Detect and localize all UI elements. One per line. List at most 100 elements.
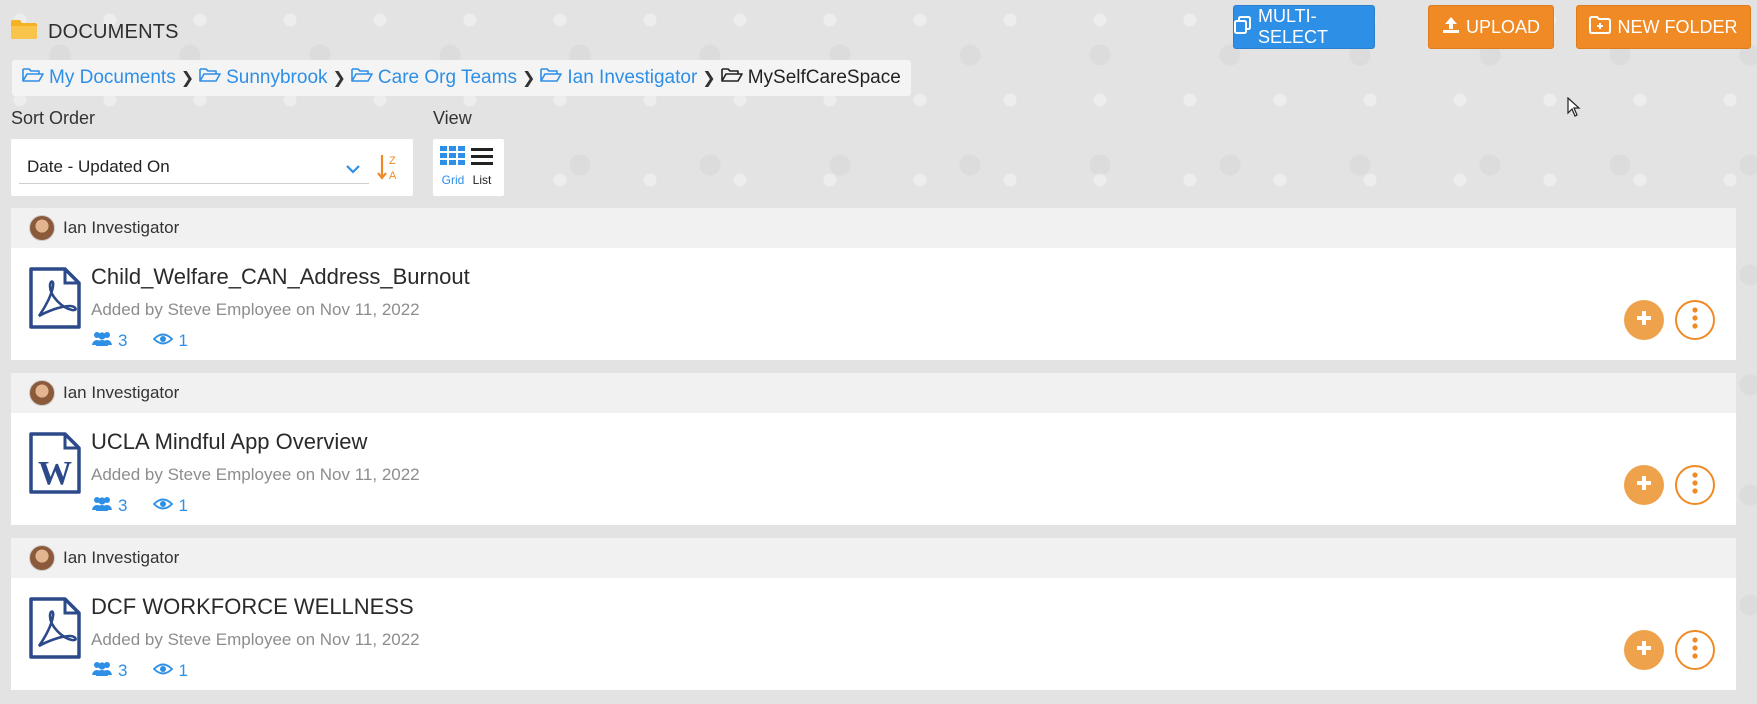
list-view-button[interactable]: List — [468, 146, 496, 187]
upload-icon — [1442, 16, 1460, 39]
document-stats: 3 1 — [91, 660, 188, 681]
view-count-value: 1 — [178, 495, 188, 515]
share-count[interactable]: 3 — [91, 495, 127, 516]
copy-icon — [1234, 15, 1252, 39]
folder-icon — [10, 18, 38, 46]
document-body[interactable]: DCF WORKFORCE WELLNESS Added by Steve Em… — [11, 578, 1736, 690]
breadcrumb-item-current: MySelfCareSpace — [720, 67, 901, 89]
document-owner-row: Ian Investigator — [11, 208, 1736, 248]
folder-open-icon — [351, 67, 373, 89]
grid-view-button[interactable]: Grid — [440, 146, 466, 187]
chevron-right-icon: ❯ — [702, 70, 716, 87]
upload-button[interactable]: UPLOAD — [1428, 5, 1554, 49]
plus-icon — [1634, 308, 1654, 333]
breadcrumb-item-sunnybrook[interactable]: Sunnybrook — [199, 67, 328, 89]
eye-icon — [153, 331, 174, 351]
document-name[interactable]: UCLA Mindful App Overview — [91, 429, 367, 455]
document-card: Ian Investigator DCF WORKFORCE WELLNESS … — [11, 538, 1736, 690]
word-file-icon: W — [28, 431, 82, 500]
multi-select-label: MULTI-SELECT — [1258, 6, 1329, 47]
breadcrumb-label: MySelfCareSpace — [747, 67, 901, 88]
mouse-cursor-icon — [1567, 96, 1581, 122]
users-icon — [91, 330, 113, 351]
share-count-value: 3 — [118, 660, 128, 680]
sort-order-label: Sort Order — [11, 108, 96, 128]
view-count-value: 1 — [178, 660, 188, 680]
pdf-file-icon — [28, 596, 82, 665]
grid-view-icon — [440, 146, 466, 170]
document-name[interactable]: DCF WORKFORCE WELLNESS — [91, 594, 414, 620]
grid-view-label: Grid — [441, 173, 465, 187]
users-icon — [91, 495, 113, 516]
view-count-value: 1 — [178, 330, 188, 350]
add-button[interactable] — [1624, 300, 1664, 340]
svg-text:Z: Z — [389, 155, 396, 167]
document-stats: 3 1 — [91, 330, 188, 351]
folder-open-icon — [22, 67, 44, 89]
chevron-right-icon: ❯ — [180, 70, 195, 87]
view-label: View — [433, 108, 472, 128]
chevron-down-icon — [345, 160, 361, 180]
view-count[interactable]: 1 — [153, 495, 188, 516]
more-options-button[interactable] — [1675, 300, 1715, 340]
view-count[interactable]: 1 — [153, 660, 188, 681]
sort-az-icon[interactable]: ZA — [376, 152, 402, 187]
view-toggle: Grid List — [433, 139, 504, 196]
more-vertical-icon — [1691, 636, 1699, 664]
document-body[interactable]: Child_Welfare_CAN_Address_Burnout Added … — [11, 248, 1736, 360]
document-owner: Ian Investigator — [63, 218, 180, 237]
document-owner: Ian Investigator — [63, 548, 180, 567]
breadcrumb-item-my-documents[interactable]: My Documents — [22, 67, 176, 89]
document-name[interactable]: Child_Welfare_CAN_Address_Burnout — [91, 264, 470, 290]
more-options-button[interactable] — [1675, 465, 1715, 505]
document-card: Ian Investigator W UCLA Mindful App Over… — [11, 373, 1736, 525]
list-view-label: List — [472, 173, 492, 187]
eye-icon — [153, 661, 174, 681]
document-owner: Ian Investigator — [63, 383, 180, 402]
share-count-value: 3 — [118, 495, 128, 515]
document-owner-row: Ian Investigator — [11, 538, 1736, 578]
upload-label: UPLOAD — [1465, 16, 1541, 37]
share-count[interactable]: 3 — [91, 330, 127, 351]
eye-icon — [153, 496, 174, 516]
add-button[interactable] — [1624, 630, 1664, 670]
svg-text:A: A — [389, 170, 397, 182]
breadcrumb: My Documents ❯ Sunnybrook ❯ Care Org Tea… — [12, 60, 911, 96]
plus-icon — [1634, 473, 1654, 498]
more-vertical-icon — [1691, 306, 1699, 334]
breadcrumb-label: Sunnybrook — [226, 67, 328, 88]
plus-icon — [1634, 638, 1654, 663]
breadcrumb-label: Ian Investigator — [567, 67, 698, 88]
avatar — [29, 215, 55, 241]
pdf-file-icon — [28, 266, 82, 335]
document-owner-row: Ian Investigator — [11, 373, 1736, 413]
more-options-button[interactable] — [1675, 630, 1715, 670]
folder-plus-icon — [1589, 15, 1612, 39]
document-stats: 3 1 — [91, 495, 188, 516]
breadcrumb-item-ian-investigator[interactable]: Ian Investigator — [540, 67, 697, 89]
avatar — [29, 545, 55, 571]
document-meta: Added by Steve Employee on Nov 11, 2022 — [91, 630, 420, 649]
users-icon — [91, 660, 113, 681]
new-folder-button[interactable]: NEW FOLDER — [1576, 5, 1751, 49]
view-count[interactable]: 1 — [153, 330, 188, 351]
breadcrumb-label: My Documents — [49, 67, 176, 88]
more-vertical-icon — [1691, 471, 1699, 499]
breadcrumb-item-care-org-teams[interactable]: Care Org Teams — [351, 67, 517, 89]
add-button[interactable] — [1624, 465, 1664, 505]
share-count[interactable]: 3 — [91, 660, 127, 681]
new-folder-label: NEW FOLDER — [1617, 16, 1738, 37]
sort-order-value: Date - Updated On — [27, 156, 170, 176]
document-meta: Added by Steve Employee on Nov 11, 2022 — [91, 300, 420, 319]
folder-open-icon — [540, 67, 563, 89]
page-title-text: DOCUMENTS — [48, 20, 179, 43]
multi-select-button[interactable]: MULTI-SELECT — [1233, 5, 1375, 49]
document-body[interactable]: W UCLA Mindful App Overview Added by Ste… — [11, 413, 1736, 525]
document-card: Ian Investigator Child_Welfare_CAN_Addre… — [11, 208, 1736, 360]
breadcrumb-label: Care Org Teams — [377, 67, 517, 88]
chevron-right-icon: ❯ — [332, 70, 346, 87]
sort-order-select[interactable]: Date - Updated On — [19, 150, 369, 184]
list-view-icon — [470, 148, 494, 170]
svg-text:W: W — [38, 455, 72, 492]
page-title: DOCUMENTS — [10, 18, 179, 46]
